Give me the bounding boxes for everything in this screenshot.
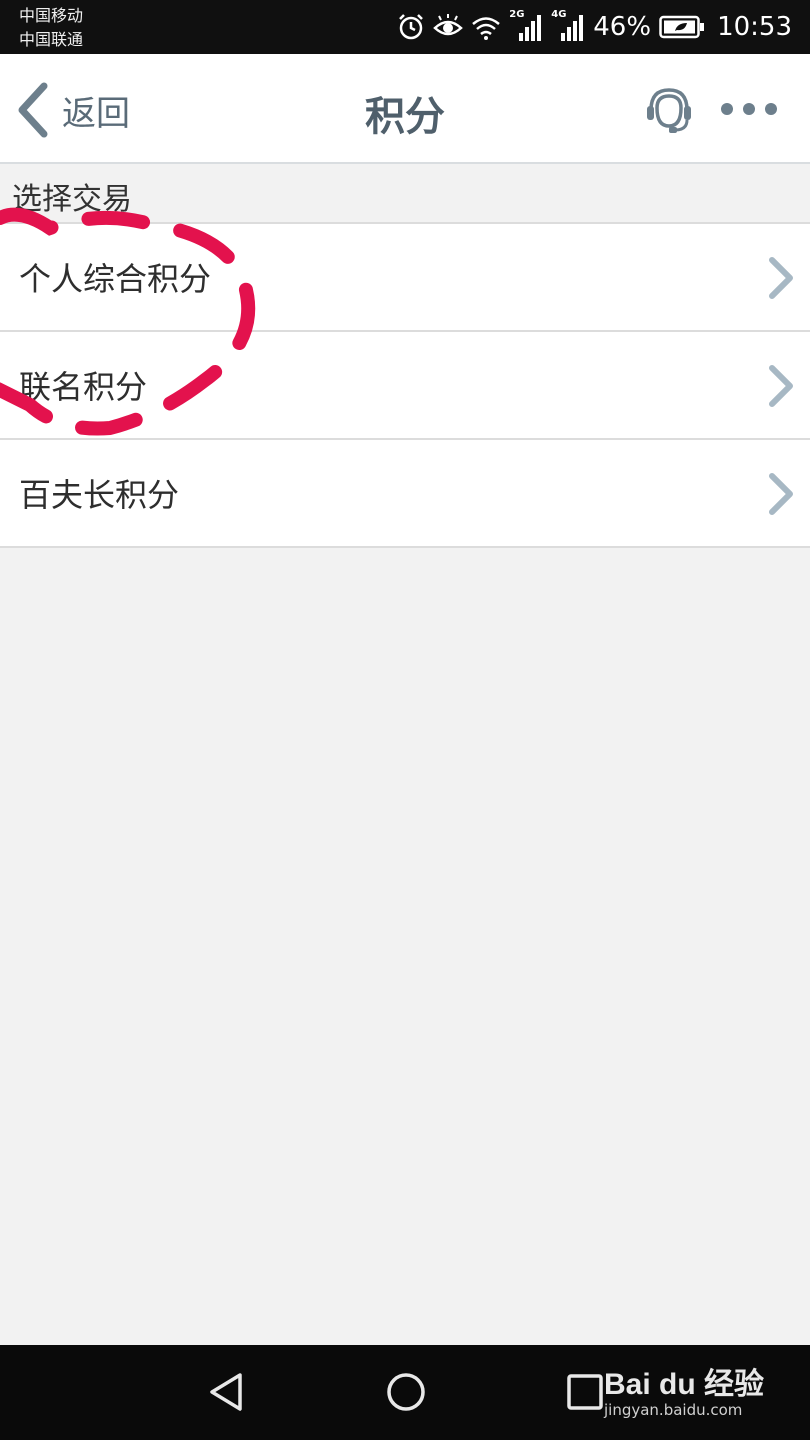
alarm-icon — [399, 14, 424, 40]
back-triangle-icon[interactable] — [206, 1371, 246, 1413]
clock: 10:53 — [717, 12, 792, 42]
list-item-centurion-points[interactable]: 百夫长积分 — [0, 440, 810, 548]
signal-2: 4G — [551, 9, 585, 41]
watermark-logo: Bai du 经验 — [603, 1368, 764, 1401]
watermark-url: jingyan.baidu.com — [603, 1401, 743, 1419]
battery-icon — [659, 15, 705, 39]
chevron-right-icon — [769, 257, 793, 299]
list-item-label: 个人综合积分 — [19, 260, 212, 298]
chevron-right-icon — [769, 365, 793, 407]
recents-square-icon[interactable] — [566, 1371, 604, 1413]
carrier-2: 中国联通 — [19, 30, 84, 49]
system-navigation-bar: Bai du 经验 jingyan.baidu.com — [0, 1345, 810, 1440]
section-header: 选择交易 — [0, 164, 810, 224]
more-options-button[interactable] — [716, 98, 782, 124]
wifi-icon — [472, 17, 501, 40]
navigation-bar: 返回 积分 — [0, 54, 810, 164]
headset-icon — [647, 88, 691, 133]
carrier-1: 中国移动 — [19, 6, 84, 25]
list-item-cobrand-points[interactable]: 联名积分 — [0, 332, 810, 440]
network-type-2: 4G — [551, 9, 567, 20]
chevron-right-icon — [769, 473, 793, 515]
list-item-personal-points[interactable]: 个人综合积分 — [0, 224, 810, 332]
transaction-list: 个人综合积分 联名积分 百夫长积分 — [0, 224, 810, 548]
battery-percent: 46% — [593, 12, 652, 42]
list-item-label: 百夫长积分 — [19, 476, 180, 514]
customer-service-button[interactable] — [643, 84, 695, 140]
carrier-info: 中国移动 中国联通 — [19, 4, 83, 52]
status-bar: 中国移动 中国联通 2G 4G 46% 10:53 — [0, 0, 810, 54]
list-item-label: 联名积分 — [19, 368, 148, 406]
signal-1: 2G — [509, 9, 543, 41]
network-type-1: 2G — [509, 9, 525, 20]
eye-comfort-icon — [433, 14, 464, 36]
home-circle-icon[interactable] — [385, 1371, 427, 1413]
baidu-jingyan-watermark: Bai du 经验 jingyan.baidu.com — [604, 1359, 764, 1419]
more-dots-icon — [721, 103, 777, 115]
status-icons: 2G 4G 46% 10:53 — [397, 0, 792, 54]
section-header-label: 选择交易 — [12, 182, 132, 217]
